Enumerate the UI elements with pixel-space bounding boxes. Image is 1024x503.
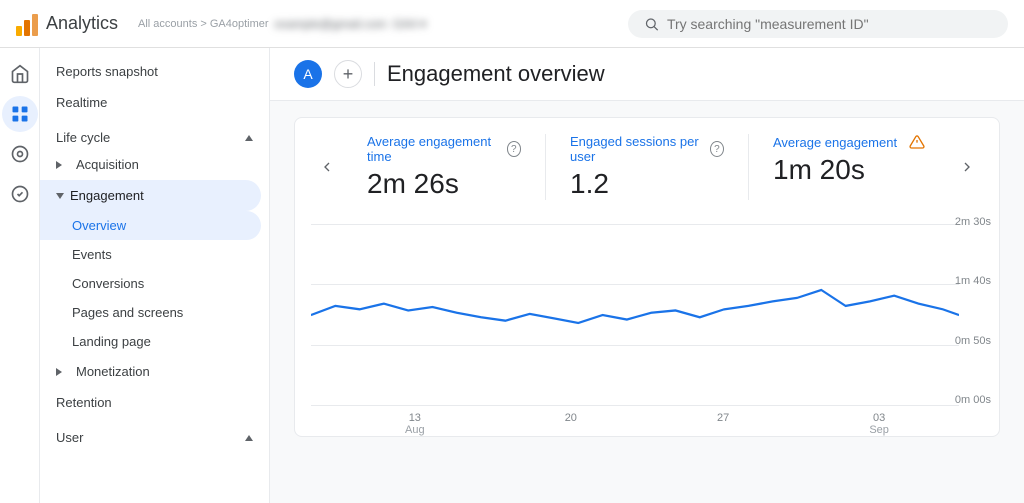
engagement-collapse-icon	[56, 193, 64, 199]
metric-warning-icon	[909, 134, 925, 150]
main-layout: Reports snapshot Realtime Life cycle Acq…	[0, 48, 1024, 503]
acquisition-expand-icon	[56, 161, 62, 169]
sidebar-sub-item-pages-and-screens[interactable]: Pages and screens	[40, 298, 261, 327]
sidebar-item-realtime[interactable]: Realtime	[40, 87, 261, 118]
x-label-13: 13 Aug	[405, 412, 425, 436]
app-title: Analytics	[46, 13, 118, 34]
add-button[interactable]: +	[334, 60, 362, 88]
nav-explore[interactable]	[2, 136, 38, 172]
search-icon	[644, 16, 659, 32]
line-chart	[311, 224, 959, 406]
chart-y-labels: 2m 30s 1m 40s 0m 50s 0m 00s	[955, 216, 991, 406]
sidebar-item-acquisition[interactable]: Acquisition	[40, 149, 261, 180]
user-label: User	[56, 430, 83, 445]
metric-info-icon-0[interactable]: ?	[507, 141, 521, 157]
topbar: Analytics All accounts > GA4optimer exam…	[0, 0, 1024, 48]
logo-area: Analytics	[16, 12, 118, 36]
content-area: A + Engagement overview	[270, 48, 1024, 503]
metric-sessions-per-user: Engaged sessions per user ? 1.2	[546, 134, 749, 200]
account-info: All accounts > GA4optimer example@gmail.…	[138, 17, 426, 31]
lifecycle-collapse-icon[interactable]	[245, 135, 253, 141]
metrics-card: Average engagement time ? 2m 26s Engaged…	[294, 117, 1000, 437]
nav-home[interactable]	[2, 56, 38, 92]
metric-value-0: 2m 26s	[367, 168, 521, 200]
user-collapse-icon[interactable]	[245, 435, 253, 441]
sidebar: Reports snapshot Realtime Life cycle Acq…	[40, 48, 270, 503]
account-id: GA4 ▾	[393, 17, 426, 31]
metric-engagement-time: Average engagement time ? 2m 26s	[343, 134, 546, 200]
header-divider	[374, 62, 375, 86]
sidebar-item-engagement[interactable]: Engagement	[40, 180, 261, 211]
prev-arrow-button[interactable]	[311, 151, 343, 183]
lifecycle-label: Life cycle	[56, 130, 110, 145]
x-label-03: 03 Sep	[869, 412, 889, 436]
metric-avg-engagement: Average engagement 1m 20s	[749, 134, 951, 200]
search-input[interactable]	[667, 16, 992, 32]
account-email: example@gmail.com	[275, 17, 387, 31]
metrics-items: Average engagement time ? 2m 26s Engaged…	[343, 134, 951, 200]
metric-value-1: 1.2	[570, 168, 724, 200]
account-path: All accounts > GA4optimer	[138, 18, 269, 30]
chart-x-labels: 13 Aug 20 27 03 Sep	[335, 412, 959, 436]
next-arrow-button[interactable]	[951, 151, 983, 183]
chart-svg	[311, 224, 959, 406]
content-header: A + Engagement overview	[270, 48, 1024, 101]
x-label-27: 27	[717, 412, 729, 436]
metrics-row: Average engagement time ? 2m 26s Engaged…	[295, 134, 999, 216]
monetization-expand-icon	[56, 368, 62, 376]
sidebar-sub-item-conversions[interactable]: Conversions	[40, 269, 261, 298]
search-bar[interactable]	[628, 10, 1008, 38]
avatar: A	[294, 60, 322, 88]
chart-area: 2m 30s 1m 40s 0m 50s 0m 00s	[295, 216, 999, 436]
sidebar-sub-item-landing-page[interactable]: Landing page	[40, 327, 261, 356]
metrics-area: Average engagement time ? 2m 26s Engaged…	[270, 101, 1024, 453]
sidebar-item-monetization[interactable]: Monetization	[40, 356, 261, 387]
sidebar-sub-item-overview[interactable]: Overview	[40, 211, 261, 240]
sidebar-item-reports-snapshot[interactable]: Reports snapshot	[40, 56, 261, 87]
sidebar-sub-item-events[interactable]: Events	[40, 240, 261, 269]
x-label-20: 20	[565, 412, 577, 436]
logo-icon	[16, 12, 38, 36]
metric-value-2: 1m 20s	[773, 154, 927, 186]
nav-reports[interactable]	[2, 96, 38, 132]
metric-info-icon-1[interactable]: ?	[710, 141, 724, 157]
nav-advertising[interactable]	[2, 176, 38, 212]
icon-nav	[0, 48, 40, 503]
page-title: Engagement overview	[387, 61, 605, 87]
sidebar-item-retention[interactable]: Retention	[40, 387, 261, 418]
engagement-label: Engagement	[70, 188, 144, 203]
